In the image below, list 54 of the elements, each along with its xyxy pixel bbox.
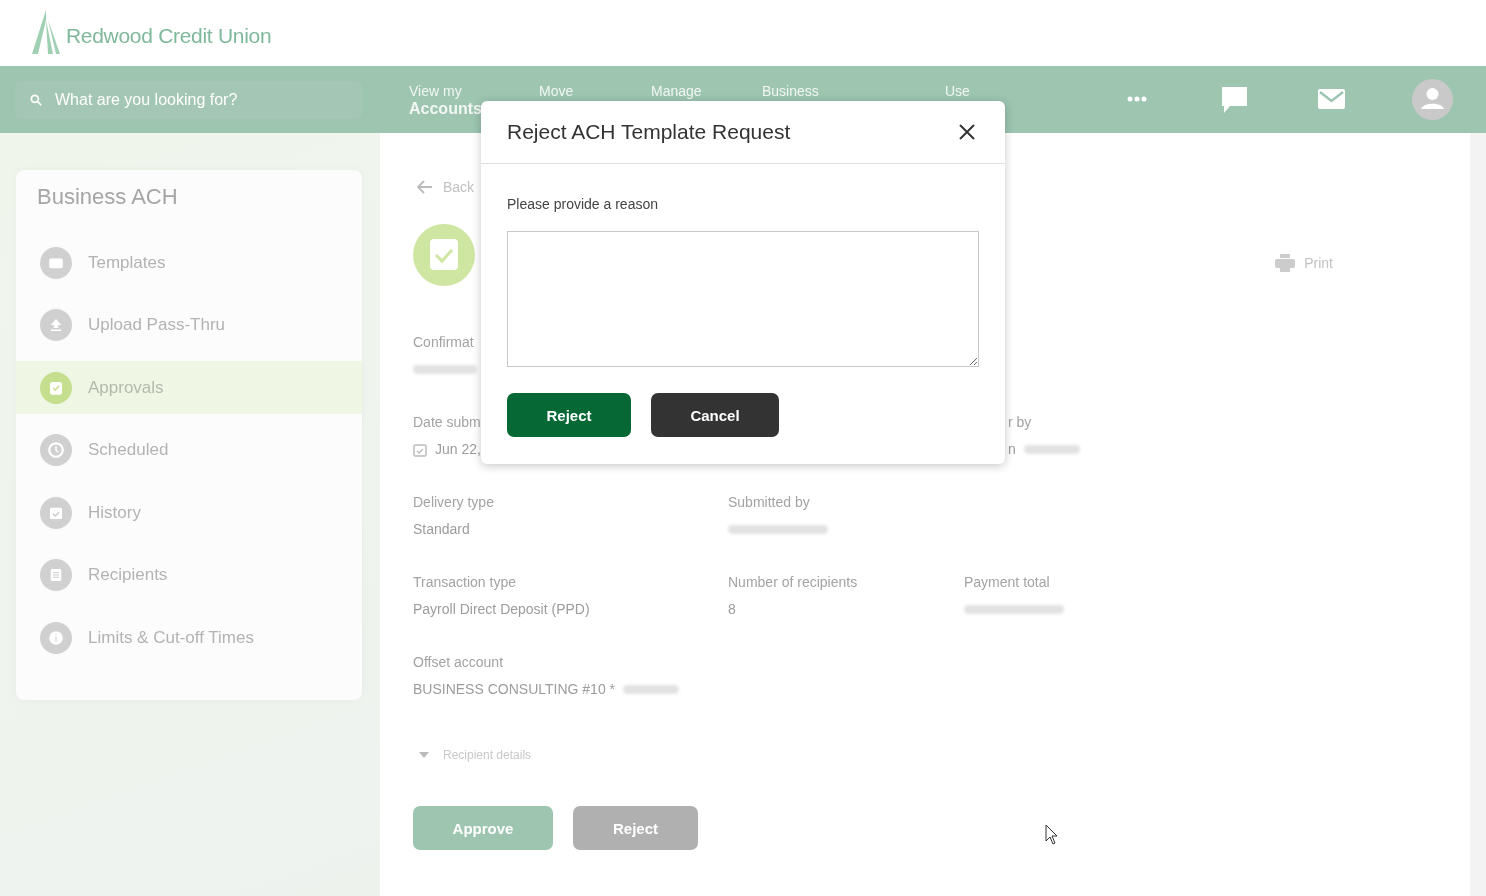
reject-button[interactable]: Reject bbox=[573, 806, 698, 850]
sidebar-item[interactable]: History bbox=[16, 486, 362, 539]
clock-icon bbox=[47, 441, 65, 459]
info-icon bbox=[47, 628, 65, 647]
cursor-icon bbox=[1045, 824, 1059, 845]
print-button[interactable]: Print bbox=[1275, 254, 1333, 272]
field-label: Payment total bbox=[964, 574, 1050, 591]
sidebar-item[interactable]: Templates bbox=[16, 236, 362, 289]
sidebar-item[interactable]: Approvals bbox=[16, 361, 362, 414]
close-icon bbox=[959, 124, 975, 140]
dialog-title: Reject ACH Template Request bbox=[507, 120, 791, 144]
field-label: Date subm bbox=[413, 414, 481, 431]
field-label: Delivery type bbox=[413, 494, 494, 511]
nav-menu-item[interactable]: View my Accounts bbox=[409, 82, 482, 118]
field-value: Jun 22, bbox=[435, 441, 481, 458]
calendar-icon bbox=[413, 442, 427, 457]
field-label: Offset account bbox=[413, 654, 503, 671]
sidebar-title: Business ACH bbox=[37, 184, 179, 210]
caret-icon bbox=[419, 752, 429, 758]
search-icon bbox=[29, 92, 43, 107]
field-label: Confirmat bbox=[413, 334, 474, 351]
field-label: r by bbox=[1008, 414, 1032, 431]
clipboard-check-icon bbox=[413, 224, 475, 286]
reason-label: Please provide a reason bbox=[507, 196, 659, 212]
field-label: Transaction type bbox=[413, 574, 516, 591]
logo-text: Redwood Credit Union bbox=[66, 24, 272, 48]
sidebar-item[interactable]: Scheduled bbox=[16, 423, 362, 477]
sidebar-item[interactable]: Limits & Cut-off Times bbox=[16, 611, 362, 664]
approve-button[interactable]: Approve bbox=[413, 806, 553, 850]
nav-menu-item[interactable]: Move bbox=[539, 82, 574, 100]
back-link[interactable]: Back bbox=[417, 179, 475, 195]
nav-menu-item[interactable]: Use bbox=[945, 82, 970, 100]
tree-logo-icon bbox=[32, 10, 60, 56]
chat-icon[interactable] bbox=[1221, 86, 1248, 114]
close-button[interactable] bbox=[959, 124, 975, 140]
field-value: n bbox=[1008, 441, 1016, 458]
sidebar-item[interactable]: Recipients bbox=[16, 548, 362, 602]
field-label: Submitted by bbox=[728, 494, 810, 511]
cancel-button[interactable]: Cancel bbox=[651, 393, 779, 437]
back-arrow-icon bbox=[417, 180, 433, 194]
reject-button[interactable]: Reject bbox=[507, 393, 631, 437]
field-value: 8 bbox=[728, 601, 736, 618]
sidebar-item[interactable]: Upload Pass-Thru bbox=[16, 298, 362, 352]
field-value: BUSINESS CONSULTING #10 * bbox=[413, 681, 616, 698]
mail-icon[interactable] bbox=[1318, 89, 1345, 109]
nav-menu-item[interactable]: Manage bbox=[651, 82, 702, 100]
printer-icon bbox=[1275, 254, 1296, 272]
field-value: Payroll Direct Deposit (PPD) bbox=[413, 601, 590, 618]
field-value: Standard bbox=[413, 521, 470, 538]
search-field[interactable]: What are you looking for? bbox=[15, 80, 362, 119]
reason-field[interactable] bbox=[507, 231, 979, 367]
avatar-icon[interactable] bbox=[1412, 79, 1453, 120]
field-label: Number of recipients bbox=[728, 574, 858, 591]
nav-menu-item[interactable]: Business bbox=[762, 82, 819, 100]
